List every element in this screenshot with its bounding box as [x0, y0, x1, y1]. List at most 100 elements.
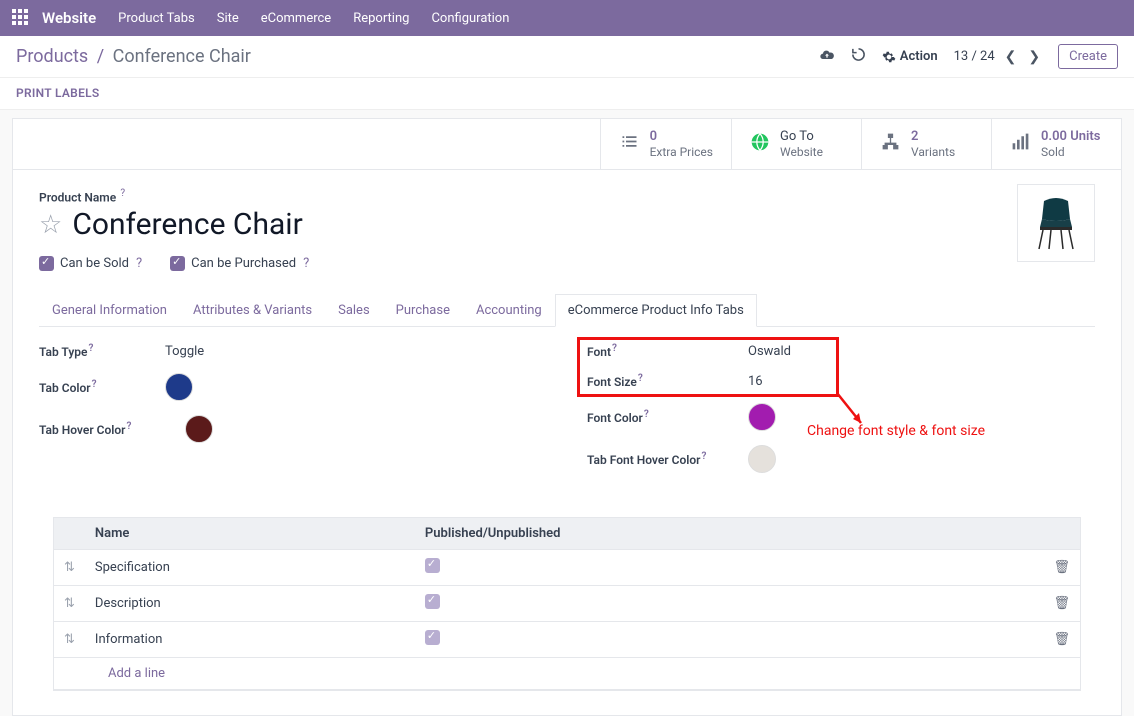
form-left-col: Tab Type? Toggle Tab Color? Tab Hover Co…: [39, 343, 547, 487]
stat-label: Website: [780, 145, 823, 159]
product-image[interactable]: [1017, 184, 1095, 262]
tab-hover-color-label: Tab Hover Color: [39, 423, 125, 437]
breadcrumb-root[interactable]: Products: [16, 46, 88, 67]
title-block: Product Name ? ☆ Conference Chair Can be…: [13, 170, 1121, 279]
tab-accounting[interactable]: Accounting: [463, 294, 555, 327]
cloud-upload-icon[interactable]: [819, 47, 835, 67]
tab-content: Tab Type? Toggle Tab Color? Tab Hover Co…: [13, 327, 1121, 695]
help-icon[interactable]: ?: [120, 188, 125, 199]
tab-color-label: Tab Color: [39, 381, 91, 395]
delete-row-icon[interactable]: 🗑: [1043, 622, 1080, 658]
form-sheet: 0 Extra Prices Go To Website 2 Variants: [12, 118, 1122, 716]
info-tabs-table: Name Published/Unpublished ⇅ Specificati…: [53, 517, 1081, 691]
help-icon[interactable]: ?: [89, 343, 94, 354]
stat-value: 2: [911, 129, 955, 145]
tab-attributes-variants[interactable]: Attributes & Variants: [180, 294, 325, 327]
can-be-purchased-checkbox[interactable]: [170, 256, 185, 271]
stat-label: Variants: [911, 145, 955, 159]
font-hover-color-label: Tab Font Hover Color: [587, 453, 700, 467]
annotation-box: [577, 337, 839, 397]
delete-row-icon[interactable]: 🗑: [1043, 586, 1080, 622]
nav-ecommerce[interactable]: eCommerce: [261, 11, 331, 26]
action-label: Action: [900, 49, 938, 64]
th-name[interactable]: Name: [85, 518, 415, 550]
globe-icon: [750, 132, 770, 156]
help-icon[interactable]: ?: [303, 256, 309, 271]
help-icon[interactable]: ?: [644, 409, 649, 420]
list-icon: [619, 131, 640, 156]
published-checkbox[interactable]: [425, 594, 440, 609]
pager-next[interactable]: ❯: [1026, 49, 1042, 65]
stat-sold[interactable]: 0.00 Units Sold: [991, 119, 1121, 169]
font-color-swatch[interactable]: [748, 403, 776, 431]
tab-general-information[interactable]: General Information: [39, 294, 180, 327]
action-button[interactable]: Action: [882, 49, 938, 64]
tab-bar: General Information Attributes & Variant…: [39, 293, 1095, 327]
add-a-line[interactable]: Add a line: [54, 658, 1080, 689]
row-name[interactable]: Description: [85, 586, 415, 622]
can-be-purchased-label: Can be Purchased: [191, 256, 296, 271]
breadcrumb-sep: /: [97, 46, 104, 67]
help-icon[interactable]: ?: [126, 421, 131, 432]
table-row[interactable]: ⇅ Information 🗑: [54, 622, 1080, 658]
app-brand[interactable]: Website: [42, 9, 96, 27]
published-checkbox[interactable]: [425, 630, 440, 645]
drag-handle-icon[interactable]: ⇅: [54, 586, 85, 622]
drag-handle-icon[interactable]: ⇅: [54, 622, 85, 658]
breadcrumb: Products / Conference Chair: [16, 46, 251, 67]
drag-handle-icon[interactable]: ⇅: [54, 550, 85, 586]
help-icon[interactable]: ?: [92, 379, 97, 390]
product-name-label: Product Name: [39, 190, 116, 204]
product-title[interactable]: Conference Chair: [72, 207, 302, 242]
help-icon[interactable]: ?: [701, 451, 706, 462]
font-hover-color-swatch[interactable]: [748, 445, 776, 473]
form-right-col: Font? Oswald Font Size? 16 Font Color? T…: [587, 343, 1095, 487]
th-published[interactable]: Published/Unpublished: [415, 518, 1044, 550]
breadcrumb-leaf: Conference Chair: [113, 46, 251, 67]
can-be-sold-checkbox[interactable]: [39, 256, 54, 271]
stat-extra-prices[interactable]: 0 Extra Prices: [600, 119, 731, 169]
nav-reporting[interactable]: Reporting: [353, 11, 409, 26]
row-name[interactable]: Specification: [85, 550, 415, 586]
tab-type-label: Tab Type: [39, 345, 88, 359]
sitemap-icon: [880, 131, 901, 156]
controls-right: Action 13 / 24 ❮ ❯ Create: [819, 44, 1118, 69]
nav-product-tabs[interactable]: Product Tabs: [118, 11, 195, 26]
second-bar: PRINT LABELS: [0, 78, 1134, 110]
stat-value: 0.00 Units: [1041, 129, 1100, 145]
delete-row-icon[interactable]: 🗑: [1043, 550, 1080, 586]
published-checkbox[interactable]: [425, 558, 440, 573]
chair-icon: [1030, 195, 1082, 251]
annotation-text: Change font style & font size: [807, 423, 985, 439]
tab-ecommerce-product-info[interactable]: eCommerce Product Info Tabs: [555, 294, 757, 327]
tab-sales[interactable]: Sales: [325, 294, 383, 327]
stat-label: Extra Prices: [650, 145, 713, 159]
stat-go-to-website[interactable]: Go To Website: [731, 119, 861, 169]
create-button[interactable]: Create: [1058, 44, 1118, 69]
tab-color-swatch[interactable]: [165, 373, 193, 401]
pager: 13 / 24 ❮ ❯: [954, 49, 1043, 65]
stat-label: Sold: [1041, 145, 1100, 159]
stat-value: 0: [650, 129, 713, 145]
favorite-star-icon[interactable]: ☆: [39, 210, 62, 240]
apps-icon[interactable]: [12, 9, 30, 27]
nav-site[interactable]: Site: [217, 11, 239, 26]
nav-configuration[interactable]: Configuration: [431, 11, 509, 26]
bar-chart-icon: [1010, 131, 1031, 156]
gear-icon: [882, 50, 896, 64]
tab-type-value[interactable]: Toggle: [165, 344, 204, 359]
pager-prev[interactable]: ❮: [1003, 49, 1019, 65]
control-bar: Products / Conference Chair Action 13 / …: [0, 36, 1134, 78]
pager-text: 13 / 24: [954, 49, 995, 64]
print-labels-button[interactable]: PRINT LABELS: [16, 86, 100, 100]
table-row[interactable]: ⇅ Specification 🗑: [54, 550, 1080, 586]
table-row[interactable]: ⇅ Description 🗑: [54, 586, 1080, 622]
font-color-label: Font Color: [587, 411, 643, 425]
help-icon[interactable]: ?: [136, 256, 142, 271]
stat-bar: 0 Extra Prices Go To Website 2 Variants: [13, 119, 1121, 170]
tab-hover-color-swatch[interactable]: [185, 415, 213, 443]
undo-icon[interactable]: [851, 47, 866, 66]
stat-variants[interactable]: 2 Variants: [861, 119, 991, 169]
tab-purchase[interactable]: Purchase: [383, 294, 463, 327]
row-name[interactable]: Information: [85, 622, 415, 658]
